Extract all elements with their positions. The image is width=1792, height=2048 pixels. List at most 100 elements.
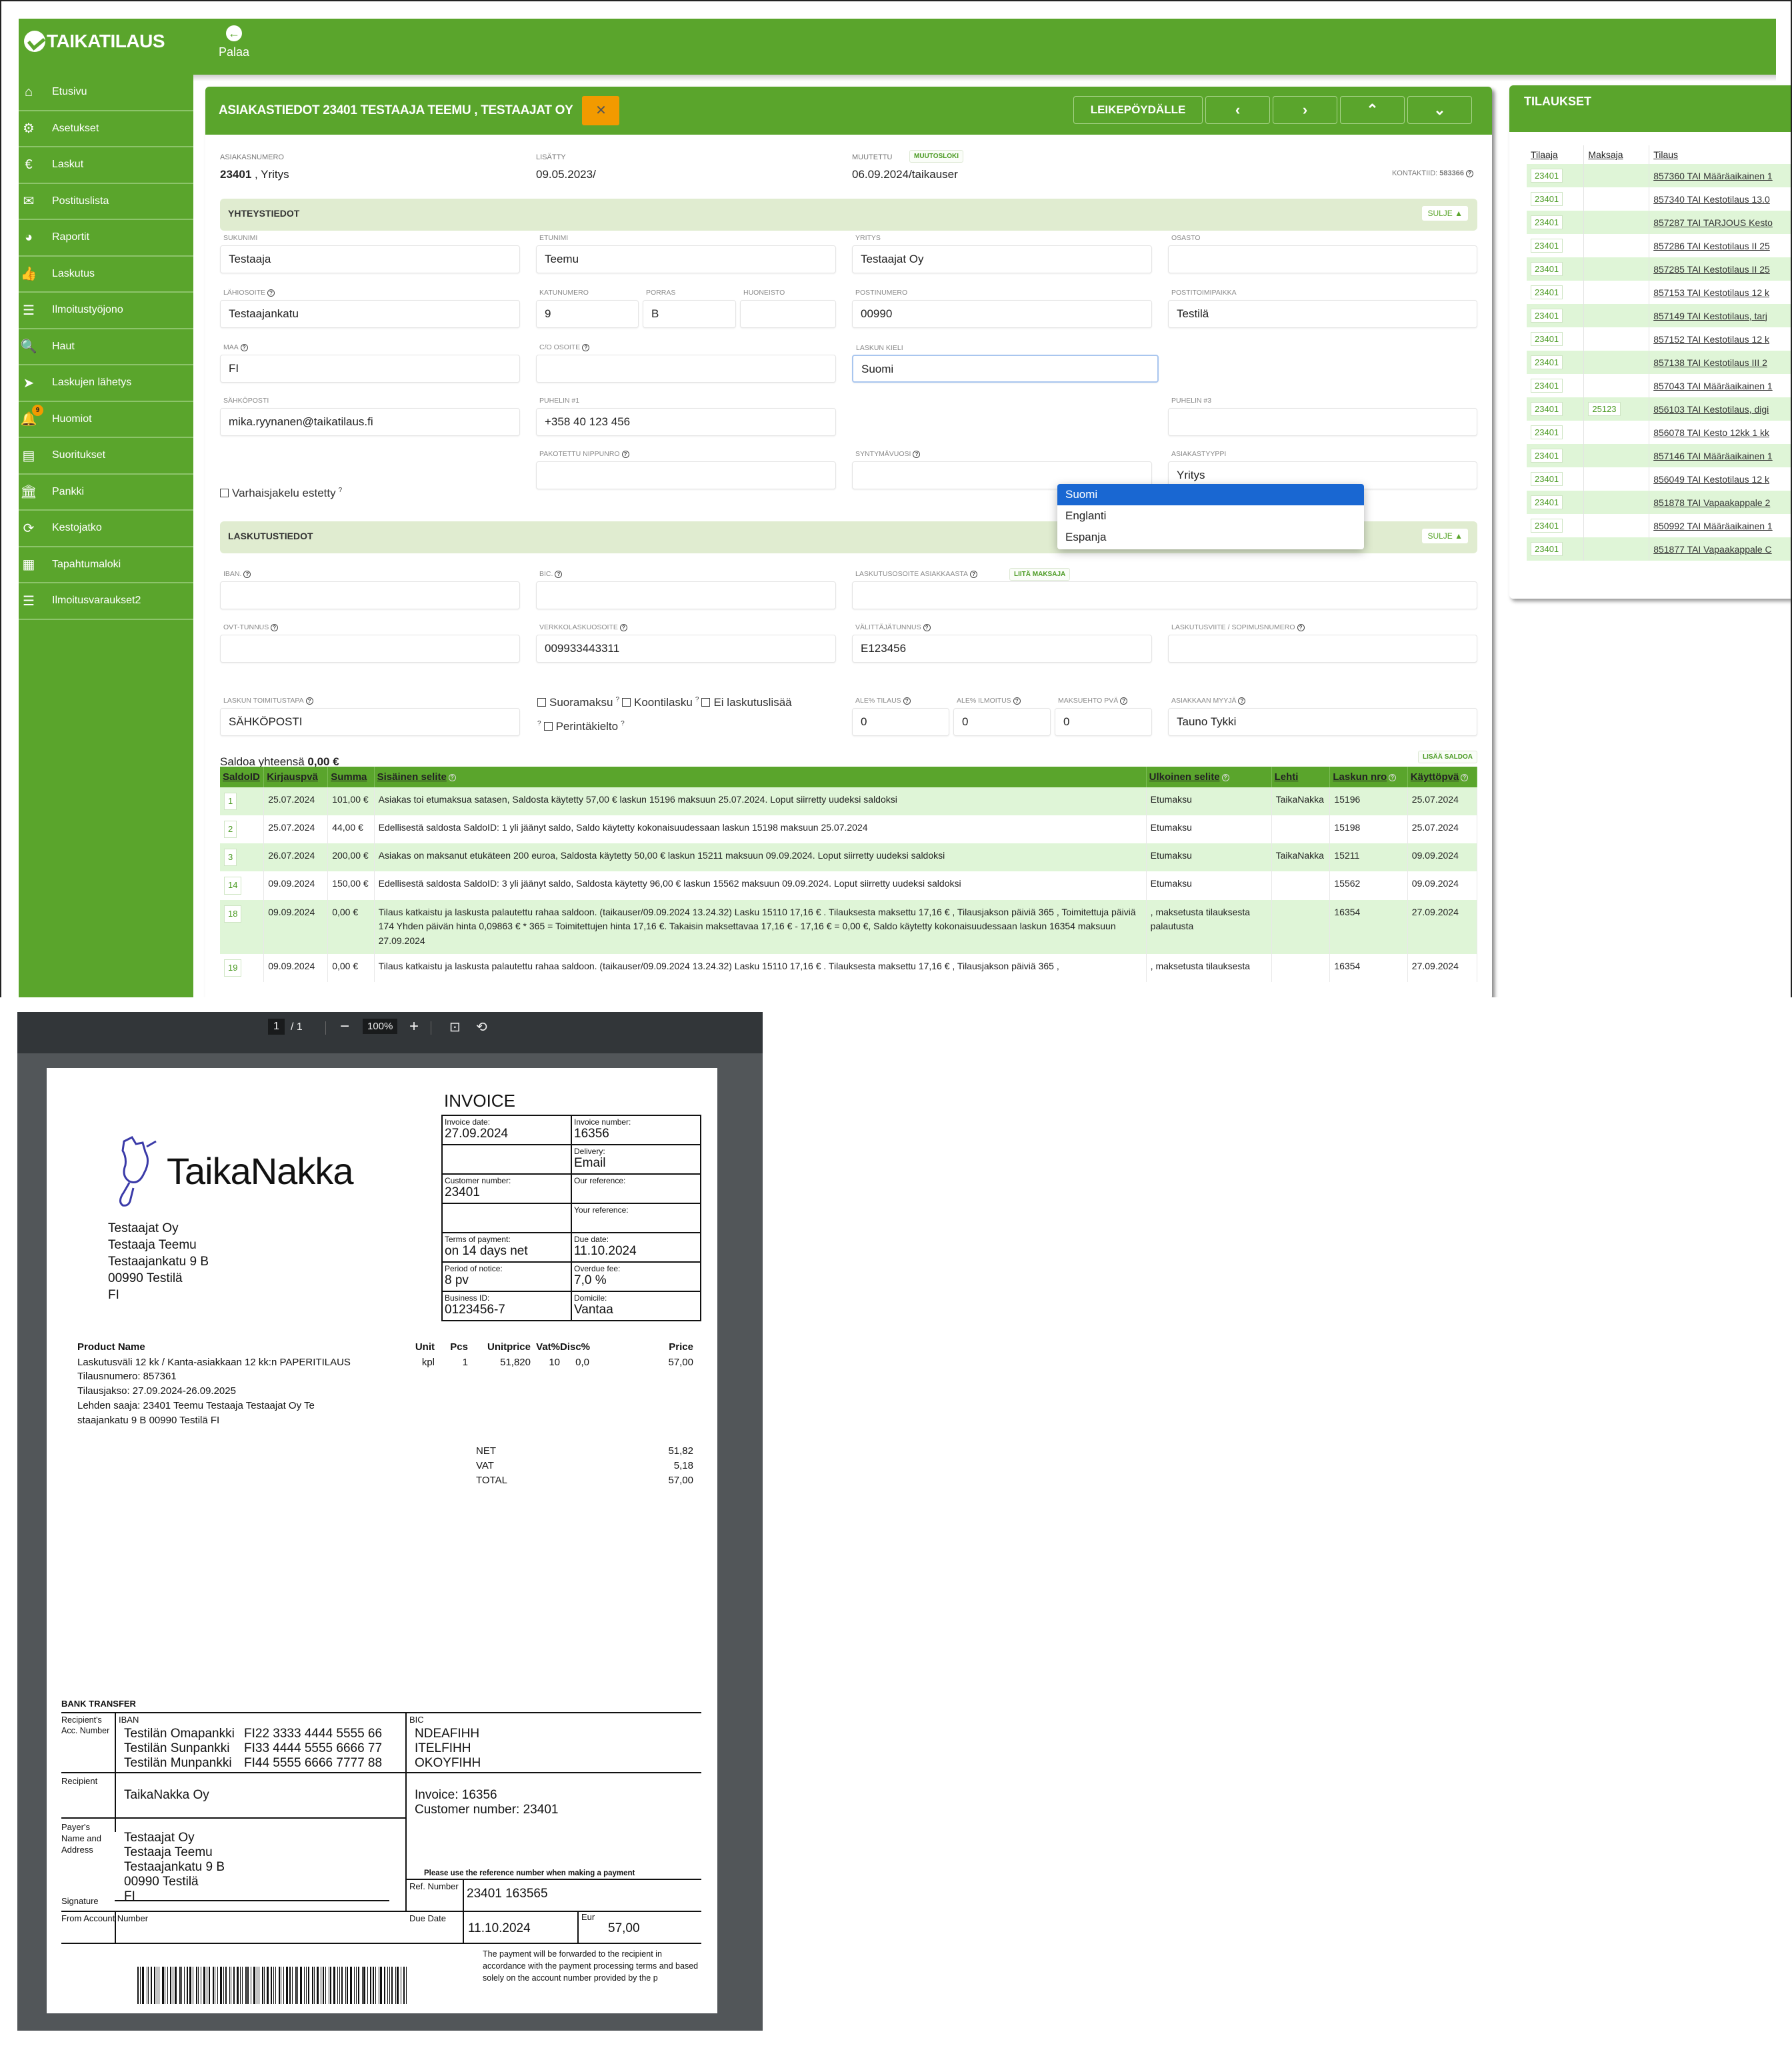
help-icon[interactable]: ?: [582, 343, 590, 351]
order-link[interactable]: 856049 TAI Kestotilaus 12 k: [1653, 474, 1769, 485]
laskun-kieli-field[interactable]: LASKUN KIELI Suomi: [852, 344, 1159, 383]
column-header-k-ytt-pv-[interactable]: Käyttöpvä?: [1407, 767, 1478, 787]
up-button[interactable]: ⌃: [1340, 96, 1405, 124]
help-icon[interactable]: ?: [970, 570, 978, 578]
early-delivery-checkbox[interactable]: Varhaisjakelu estetty?: [220, 487, 345, 500]
copy-to-clipboard-button[interactable]: LEIKEPÖYDÄLLE: [1073, 96, 1203, 124]
language-option-englanti[interactable]: Englanti: [1057, 505, 1364, 527]
help-icon[interactable]: ?: [243, 570, 251, 578]
orderer-link[interactable]: 23401: [1531, 402, 1563, 416]
huoneisto-field[interactable]: HUONEISTO: [740, 289, 836, 328]
etunimi-field[interactable]: ETUNIMI Teemu: [536, 234, 836, 273]
column-header-saldoid[interactable]: SaldoID: [220, 767, 265, 787]
previous-button[interactable]: ‹: [1205, 96, 1270, 124]
orderer-link[interactable]: 23401: [1531, 449, 1563, 463]
rotate-icon[interactable]: ⟲: [476, 1019, 487, 1035]
sidebar-item-laskut[interactable]: € Laskut: [19, 147, 193, 184]
sidebar-item-suoritukset[interactable]: ▤ Suoritukset: [19, 438, 193, 475]
help-icon[interactable]: ?: [695, 696, 699, 703]
orderer-link[interactable]: 23401: [1531, 495, 1563, 509]
yritys-field[interactable]: YRITYS Testaajat Oy: [852, 234, 1152, 273]
saldo-id-link[interactable]: 14: [224, 877, 242, 895]
zoom-in-button[interactable]: +: [409, 1017, 419, 1036]
order-link[interactable]: 856078 TAI Kesto 12kk 1 kk: [1653, 427, 1769, 438]
sidebar-item-pankki[interactable]: 🏛 Pankki: [19, 475, 193, 511]
help-icon[interactable]: ?: [923, 623, 931, 631]
help-icon[interactable]: ?: [621, 720, 625, 727]
valittajatunnus-field[interactable]: VÄLITTÄJÄTUNNUS? E123456: [852, 623, 1152, 663]
order-link[interactable]: 857286 TAI Kestotilaus II 25: [1653, 241, 1770, 251]
help-icon[interactable]: ?: [1120, 697, 1128, 705]
myyja-field[interactable]: ASIAKKAAN MYYJÄ? Tauno Tykki: [1168, 697, 1477, 736]
pakotettu-nippunro-field[interactable]: PAKOTETTU NIPPUNRO?: [536, 450, 836, 489]
order-link[interactable]: 856103 TAI Kestotilaus, digi: [1653, 404, 1769, 415]
next-button[interactable]: ›: [1273, 96, 1337, 124]
orderer-link[interactable]: 23401: [1531, 239, 1563, 253]
sidebar-item-raportit[interactable]: ◕ Raportit: [19, 220, 193, 257]
sidebar-item-tapahtumaloki[interactable]: ▦ Tapahtumaloki: [19, 547, 193, 583]
help-icon[interactable]: ?: [1461, 773, 1469, 781]
orderer-link[interactable]: 23401: [1531, 519, 1563, 533]
lahiosoite-field[interactable]: LÄHIOSOITE? Testaajankatu: [220, 289, 520, 328]
orderer-link[interactable]: 23401: [1531, 332, 1563, 346]
help-icon[interactable]: ?: [240, 343, 248, 351]
sidebar-item-haut[interactable]: 🔍 Haut: [19, 329, 193, 365]
sahkoposti-field[interactable]: SÄHKÖPOSTI mika.ryynanen@taikatilaus.fi: [220, 397, 520, 436]
orderer-link[interactable]: 23401: [1531, 472, 1563, 486]
help-icon[interactable]: ?: [537, 720, 541, 727]
sidebar-item-huomiot[interactable]: 🔔 9 Huomiot: [19, 402, 193, 438]
column-header-kirjauspv-[interactable]: Kirjauspvä: [263, 767, 329, 787]
help-icon[interactable]: ?: [1466, 169, 1473, 177]
laskutusviite-field[interactable]: LASKUTUSVIITE / SOPIMUSNUMERO?: [1168, 623, 1477, 663]
order-link[interactable]: 850992 TAI Määräaikainen 1: [1653, 521, 1773, 531]
porras-field[interactable]: PORRAS B: [643, 289, 736, 328]
toimitustapa-field[interactable]: LASKUN TOIMITUSTAPA? SÄHKÖPOSTI: [220, 697, 520, 736]
column-header-summa[interactable]: Summa: [327, 767, 375, 787]
help-icon[interactable]: ?: [267, 289, 275, 297]
collective-invoice-checkbox[interactable]: [622, 698, 631, 707]
sidebar-item-laskujen-l-hetys[interactable]: ➤ Laskujen lähetys: [19, 365, 193, 402]
help-icon[interactable]: ?: [913, 450, 921, 458]
puhelin3-field[interactable]: PUHELIN #3: [1168, 397, 1477, 436]
sidebar-item-ilmoitusty-jono[interactable]: ☰ Ilmoitustyöjono: [19, 293, 193, 329]
help-icon[interactable]: ?: [305, 697, 313, 705]
sukunimi-field[interactable]: SUKUNIMI Testaaja: [220, 234, 520, 273]
saldo-id-link[interactable]: 19: [224, 959, 242, 977]
katunumero-field[interactable]: KATUNUMERO 9: [536, 289, 639, 328]
direct-payment-checkbox[interactable]: [537, 698, 546, 707]
saldo-id-link[interactable]: 1: [224, 793, 237, 811]
order-link[interactable]: 857138 TAI Kestotilaus III 2: [1653, 357, 1767, 368]
help-icon[interactable]: ?: [621, 450, 629, 458]
order-link[interactable]: 857340 TAI Kestotilaus 13.0: [1653, 194, 1770, 205]
iban-field[interactable]: IBAN.?: [220, 570, 520, 609]
fit-page-icon[interactable]: ⊡: [449, 1019, 461, 1035]
sidebar-item-postituslista[interactable]: ✉ Postituslista: [19, 184, 193, 220]
collection-ban-checkbox[interactable]: [543, 722, 553, 731]
order-link[interactable]: 857287 TAI TARJOUS Kesto: [1653, 217, 1773, 228]
ale-tilaus-field[interactable]: ALE% TILAUS? 0: [852, 697, 949, 736]
checkbox[interactable]: [220, 489, 229, 497]
sidebar-item-ilmoitusvaraukset2[interactable]: ☰ Ilmoitusvaraukset2: [19, 583, 193, 620]
osasto-field[interactable]: OSASTO: [1168, 234, 1477, 273]
payer-link[interactable]: 25123: [1588, 402, 1621, 416]
column-header-maksaja[interactable]: Maksaja: [1583, 145, 1650, 164]
orderer-link[interactable]: 23401: [1531, 355, 1563, 369]
sidebar-item-etusivu[interactable]: ⌂ Etusivu: [19, 75, 193, 111]
help-icon[interactable]: ?: [1297, 623, 1305, 631]
help-icon[interactable]: ?: [555, 570, 563, 578]
sidebar-item-laskutus[interactable]: 👍 Laskutus: [19, 257, 193, 293]
help-icon[interactable]: ?: [615, 696, 619, 703]
help-icon[interactable]: ?: [1238, 697, 1246, 705]
order-link[interactable]: 857043 TAI Määräaikainen 1: [1653, 381, 1773, 391]
orderer-link[interactable]: 23401: [1531, 262, 1563, 276]
orderer-link[interactable]: 23401: [1531, 192, 1563, 206]
help-icon[interactable]: ?: [1221, 773, 1229, 781]
sidebar-item-asetukset[interactable]: ⚙ Asetukset: [19, 111, 193, 147]
puhelin1-field[interactable]: PUHELIN #1 +358 40 123 456: [536, 397, 836, 436]
help-icon[interactable]: ?: [1013, 697, 1021, 705]
change-log-button[interactable]: MUUTOSLOKI: [909, 150, 964, 163]
bic-field[interactable]: BIC.?: [536, 570, 836, 609]
back-button[interactable]: ← Palaa: [219, 25, 249, 59]
orderer-link[interactable]: 23401: [1531, 215, 1563, 229]
order-link[interactable]: 857152 TAI Kestotilaus 12 k: [1653, 334, 1769, 345]
